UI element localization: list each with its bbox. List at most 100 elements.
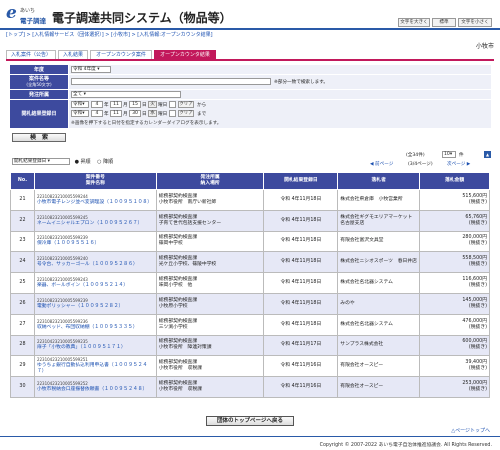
row-dept: 総務部契約検査課 小牧市役所 南庁い新社師 xyxy=(155,189,265,211)
case-name-link[interactable]: 楽器、ボールボイン（１００９５２１４） xyxy=(37,283,154,289)
sort-select[interactable]: 開札結果登録日 ▾ xyxy=(12,158,70,165)
tab-bid-result[interactable]: 入札結果 xyxy=(58,50,88,59)
row-no: 26 xyxy=(10,292,35,315)
breadcrumb[interactable]: [トップ] > [入札情報サービス（団体選択）] > [小牧市] > [入札情報… xyxy=(6,31,213,38)
table-row: 25 22310823210005599243 楽器、ボールボイン（１００９５２１４… xyxy=(10,272,490,294)
footer: Copyright © 2007-2022 あいち電子自治体推進協議会. All… xyxy=(0,436,500,450)
year-label: 年度 xyxy=(10,65,68,74)
case-name-link[interactable]: 号令台、サッカーゴール（１００９５２８６） xyxy=(37,262,154,268)
row-amount: 600,000円 (税抜き) xyxy=(419,334,490,357)
from-month-input[interactable]: 11 xyxy=(110,101,122,108)
name-row: 案件名等 (全角50文字) ※部分一致で検索します。 xyxy=(10,75,491,89)
amount-tax: (税抜き) xyxy=(468,241,487,247)
from-day-input[interactable]: 15 xyxy=(129,101,141,108)
row-case: 22310423210005599252 小牧市税納会口座振替依頼書（１００９５２… xyxy=(33,376,157,398)
case-name-link[interactable]: 小牧市電子レンジ並べ変調理設（１００９５１０８） xyxy=(37,200,154,206)
amount-tax: (税抜き) xyxy=(468,324,487,330)
from-month-unit: 月 xyxy=(123,103,128,108)
page-top-icon[interactable]: ▲ xyxy=(484,151,491,158)
prev-page-link[interactable]: ◀ 前ページ xyxy=(370,161,393,167)
row-company: 有限会社富沢文具堂 xyxy=(337,230,421,253)
from-era-select[interactable]: 令和▾ xyxy=(71,101,89,108)
date-row: 開札結果登録日 令和▾ 4 年 11 月 15 日 火 曜日 クリア から 令和… xyxy=(10,100,491,128)
sort-desc-radio[interactable]: ○ 降順 xyxy=(97,159,113,165)
tab-bid-notice[interactable]: 入札案件（公告） xyxy=(6,50,56,59)
amount-tax: (税抜き) xyxy=(468,262,487,268)
logo[interactable]: e あいち 電子調達 xyxy=(6,5,48,26)
font-large-button[interactable]: 文字を大きく xyxy=(398,18,430,27)
header: e あいち 電子調達 電子調達共同システム（物品等） 文字を大きく 標準 文字を… xyxy=(0,0,500,30)
sort-asc-radio[interactable]: ● 昇順 xyxy=(75,159,91,165)
pager: (全34件) 10▾ 件 ▲ ◀ 前ページ (3/4ページ) 次ページ ▶ xyxy=(370,151,491,170)
table-row: 21 22310823210005599244 小牧市電子レンジ並べ変調理設（１００… xyxy=(10,189,490,211)
row-dept: 総務部契約検査課 三ツ渕小学校 xyxy=(155,313,265,336)
row-no: 27 xyxy=(10,313,35,336)
delivery-place: 小牧市役所 収税課 xyxy=(158,387,202,393)
dept-select[interactable]: 全て ▾ xyxy=(71,91,181,98)
date-label: 開札結果登録日 xyxy=(10,100,68,128)
case-name-link[interactable]: 電動ポリッシャー（１００９５２８２） xyxy=(37,304,154,310)
to-era-select[interactable]: 令和▾ xyxy=(71,110,89,117)
sort-options: 開札結果登録日 ▾ ● 昇順 ○ 降順 xyxy=(12,158,113,165)
org-name: 小牧市 xyxy=(475,43,494,50)
to-month-unit: 月 xyxy=(123,112,128,117)
from-calendar-icon[interactable] xyxy=(169,101,176,108)
to-day-input[interactable]: 30 xyxy=(129,110,141,117)
from-year-unit: 年 xyxy=(104,103,109,108)
to-clear-button[interactable]: クリア xyxy=(178,110,194,117)
row-case: 22310823210005599245 ネームイニシャルエプロン（１００９５２６… xyxy=(33,209,157,232)
delivery-place: 子育て世代包括支援センター xyxy=(158,220,222,226)
row-dept: 総務部契約検査課 小牧市役所 障連対策課 xyxy=(155,334,265,357)
logo-line2: 電子調達 xyxy=(20,17,46,25)
name-input[interactable] xyxy=(71,78,271,85)
row-no: 30 xyxy=(10,376,35,398)
case-name-link[interactable]: 収納ベッド、布団収納棚（１００９５３３５） xyxy=(37,325,154,331)
back-to-top-button[interactable]: 団体のトップページへ戻る xyxy=(206,416,294,426)
logo-line1: あいち xyxy=(20,8,36,14)
row-amount: 515,600円 (税抜き) xyxy=(419,189,490,211)
row-date: 令和 4年11月16日 xyxy=(263,355,339,378)
col-date: 開札結果登録日 xyxy=(263,172,339,190)
case-name-link[interactable]: ネームイニシャルエプロン（１００９５２６７） xyxy=(37,221,154,227)
search-button[interactable]: 検 索 xyxy=(12,133,66,142)
col-dept: 発注所属 納入場所 xyxy=(155,172,265,190)
from-year-input[interactable]: 4 xyxy=(91,101,103,108)
row-amount: 116,600円 (税抜き) xyxy=(419,272,490,294)
from-day-unit: 日 xyxy=(142,103,147,108)
font-small-button[interactable]: 文字を小さく xyxy=(458,18,492,27)
row-amount: 65,760円 (税抜き) xyxy=(419,209,490,232)
case-name-link[interactable]: 保冷庫（１００９５５１６） xyxy=(37,241,154,247)
font-normal-button[interactable]: 標準 xyxy=(432,18,456,27)
row-amount: 476,000円 (税抜き) xyxy=(419,313,490,336)
tab-open-counter-result[interactable]: オープンカウンタ結果 xyxy=(154,50,216,59)
case-name-link[interactable]: 扉子「小牧の教典」（１００９５１７１） xyxy=(37,345,154,351)
case-name-link[interactable]: ゆうちょ銀行自動払込利用申込書（１００９５２４７） xyxy=(37,363,154,375)
per-page-select[interactable]: 10▾ xyxy=(442,151,456,158)
row-amount: 145,000円 (税抜き) xyxy=(419,292,490,315)
table-header-row: No. 案件番号 案件名称 発注所属 納入場所 開札結果登録日 落札者 落札金額 xyxy=(10,172,490,190)
row-date: 令和 4年11月18日 xyxy=(263,272,339,294)
tab-underline xyxy=(6,59,494,61)
row-company: 有限会社オースピー xyxy=(337,355,421,378)
to-calendar-icon[interactable] xyxy=(169,110,176,117)
delivery-place: 味岡小学校 他 xyxy=(158,283,193,289)
row-case: 22310823210005599239 電動ポリッシャー（１００９５２８２） xyxy=(33,292,157,315)
tab-open-counter[interactable]: オープンカウンタ案件 xyxy=(90,50,152,59)
next-page-link[interactable]: 次ページ ▶ xyxy=(447,161,470,167)
row-company: サンプラス株式会社 xyxy=(337,334,421,357)
row-company: みのや xyxy=(337,292,421,315)
to-month-input[interactable]: 11 xyxy=(110,110,122,117)
table-row: 27 22310823210005599236 収納ベッド、布団収納棚（１００９５３… xyxy=(10,313,490,336)
row-dept: 総務部契約検査課 小牧市役所 収税課 xyxy=(155,355,265,378)
case-name-link[interactable]: 小牧市税納会口座振替依頼書（１００９５２４８） xyxy=(37,387,154,393)
year-select[interactable]: 令和 4年度 ▾ xyxy=(71,66,111,73)
delivery-place: 小牧原小学校 xyxy=(158,303,188,309)
to-year-input[interactable]: 4 xyxy=(91,110,103,117)
from-clear-button[interactable]: クリア xyxy=(178,101,194,108)
delivery-place: 光ケ丘小学校、篠陵中学校 xyxy=(158,262,217,268)
amount-tax: (税抜き) xyxy=(468,283,487,289)
table-row: 30 22310423210005599252 小牧市税納会口座振替依頼書（１００９… xyxy=(10,376,490,398)
table-row: 26 22310823210005599239 電動ポリッシャー（１００９５２８２）… xyxy=(10,292,490,315)
col-case: 案件番号 案件名称 xyxy=(33,172,157,190)
page-top-link[interactable]: △ページトップへ xyxy=(451,427,490,434)
